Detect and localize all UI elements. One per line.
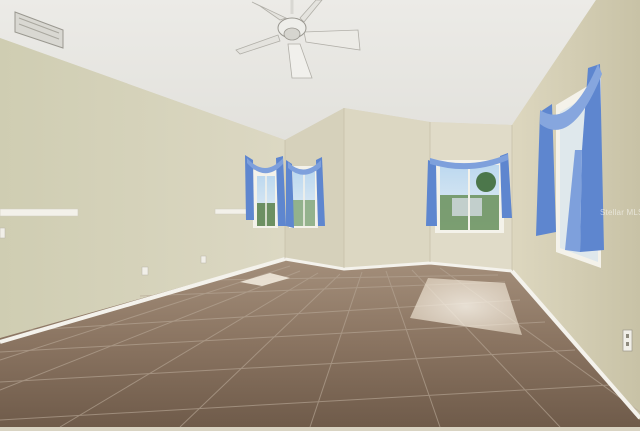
wall-outlet [200,255,207,264]
wall-outlet [141,266,149,276]
window-left-a [253,170,278,228]
window-center [435,160,504,233]
back-wall-center [344,108,430,268]
wall-shelf [0,208,79,217]
room-photo: Stellar MLS [0,0,640,428]
light-switch [0,227,6,239]
watermark: Stellar MLS [600,208,640,217]
wall-outlet [622,329,633,352]
wall-shelf [214,208,251,215]
